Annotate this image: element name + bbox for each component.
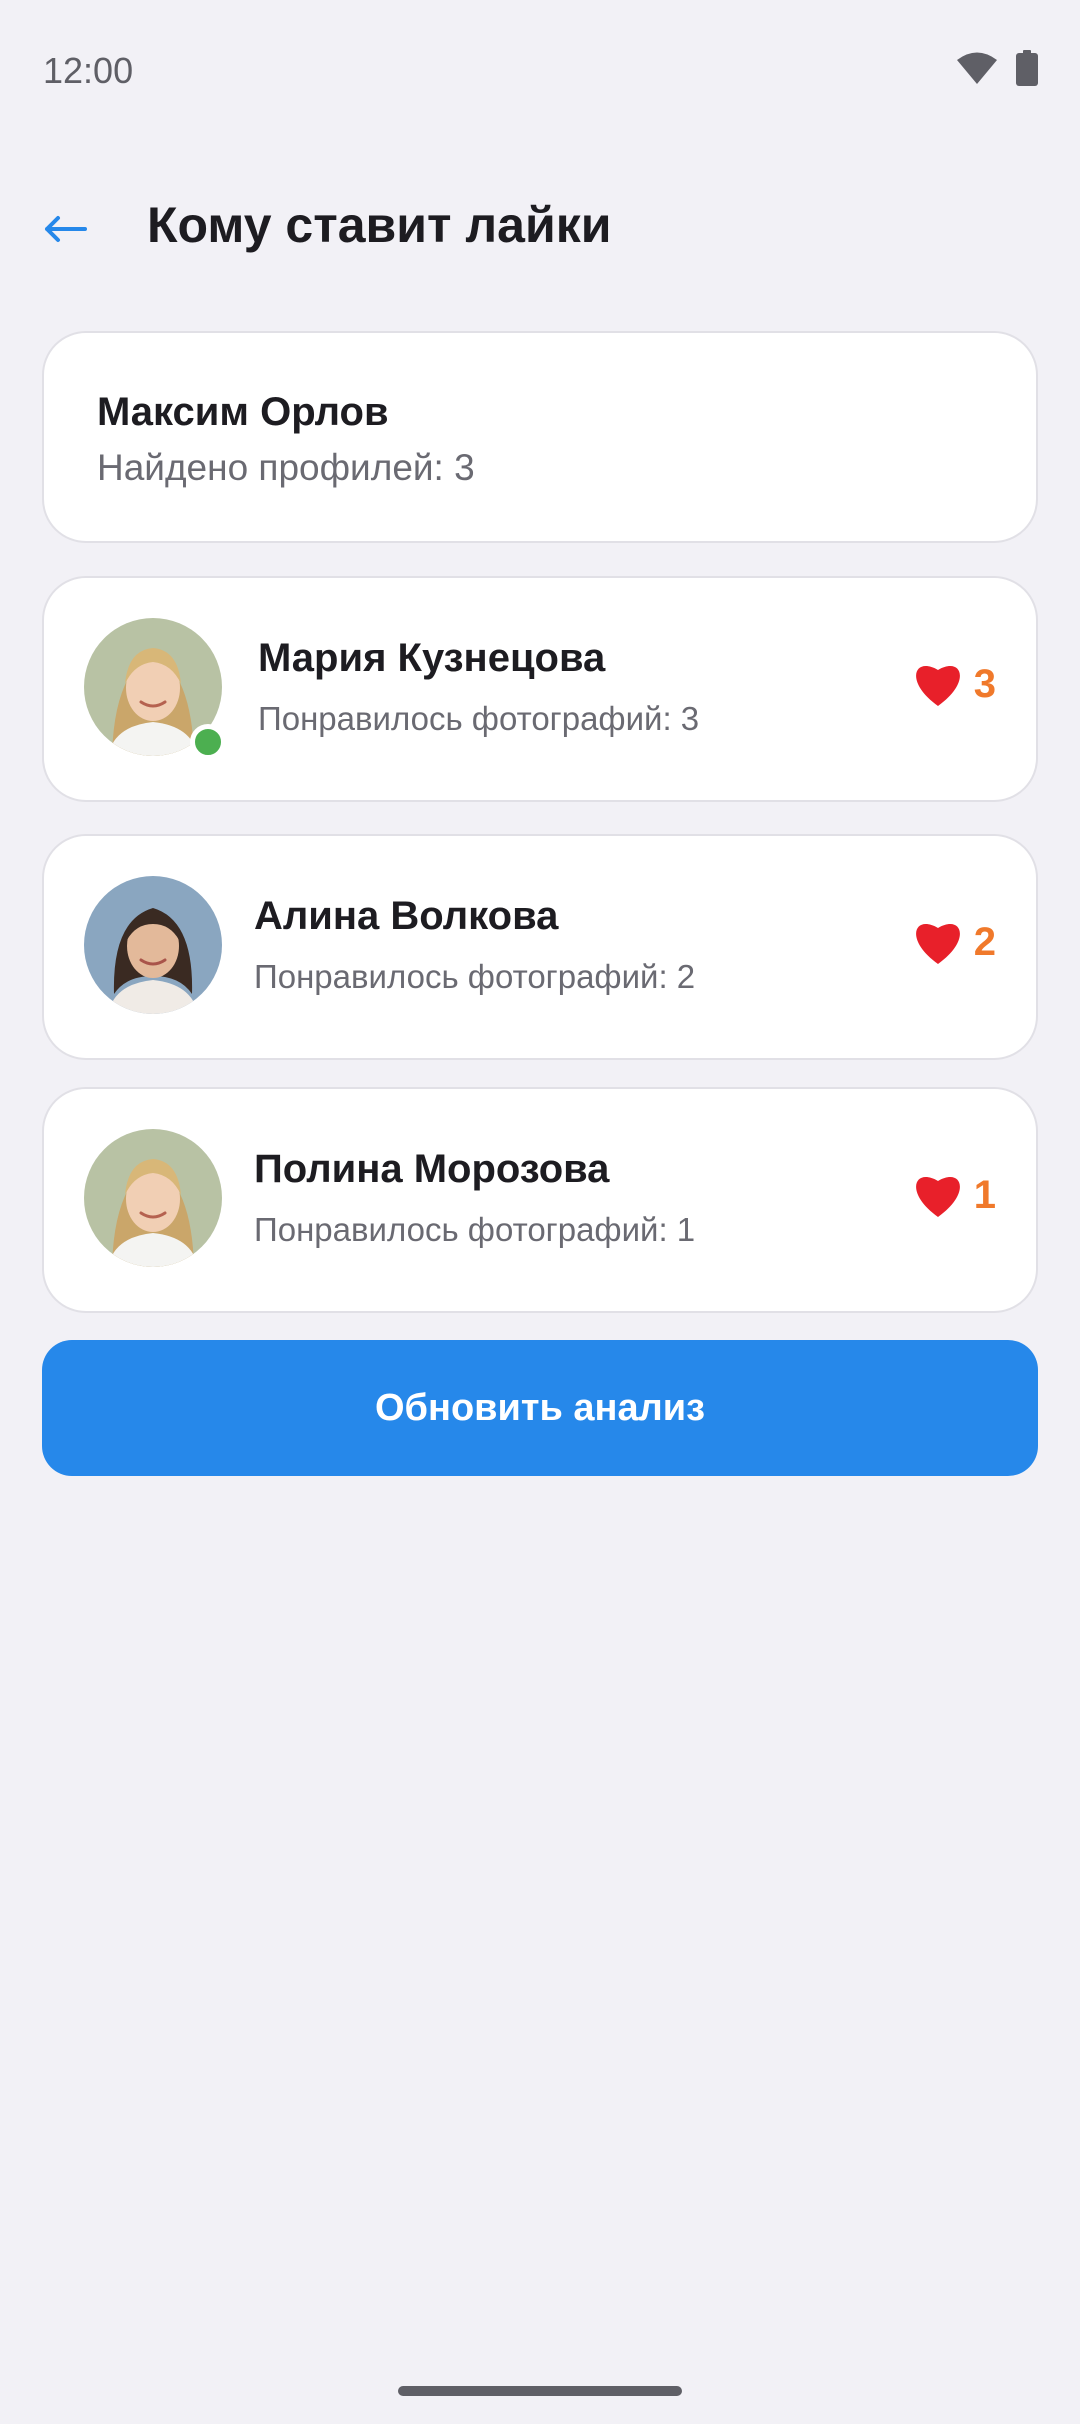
app-header: Кому ставит лайки [0,180,1080,276]
back-button[interactable] [30,194,100,264]
avatar-photo [84,1129,222,1267]
likes-badge: 2 [912,918,996,966]
page-title: Кому ставит лайки [147,197,612,253]
profile-liked-photos: Понравилось фотографий: 2 [254,958,696,995]
status-icons [956,50,1038,86]
avatar [84,1129,222,1267]
profile-name: Алина Волкова [254,894,559,938]
battery-icon [1016,50,1038,86]
wifi-icon [957,52,997,84]
arrow-left-icon [45,216,87,242]
heart-icon [915,666,960,706]
profile-card[interactable]: Мария Кузнецова Понравилось фотографий: … [42,576,1038,802]
status-time: 12:00 [43,50,134,91]
summary-card: Максим Орлов Найдено профилей: 3 [42,331,1038,543]
likes-badge: 3 [912,660,996,708]
heart-icon [915,1177,960,1217]
profile-liked-photos: Понравилось фотографий: 1 [254,1211,696,1248]
profile-liked-photos: Понравилось фотографий: 3 [258,700,700,737]
profile-card[interactable]: Алина Волкова Понравилось фотографий: 2 … [42,834,1038,1060]
heart-icon [915,924,960,964]
avatar-photo [84,876,222,1014]
home-indicator[interactable] [398,2386,682,2396]
like-count: 3 [973,661,996,706]
profile-card[interactable]: Полина Морозова Понравилось фотографий: … [42,1087,1038,1313]
summary-user-name: Максим Орлов [97,390,389,434]
avatar [84,876,222,1014]
like-count: 1 [973,1172,996,1217]
likes-badge: 1 [912,1171,996,1219]
summary-profiles-count: Найдено профилей: 3 [97,447,475,488]
refresh-analysis-button[interactable]: Обновить анализ [42,1340,1038,1476]
profile-name: Мария Кузнецова [258,636,606,680]
profile-name: Полина Морозова [254,1147,610,1191]
like-count: 2 [973,919,996,964]
online-status-indicator [190,724,226,760]
status-bar: 12:00 [0,0,1080,140]
screen: 12:00 Кому ставит лайки Максим Орлов Най… [0,0,1080,2424]
